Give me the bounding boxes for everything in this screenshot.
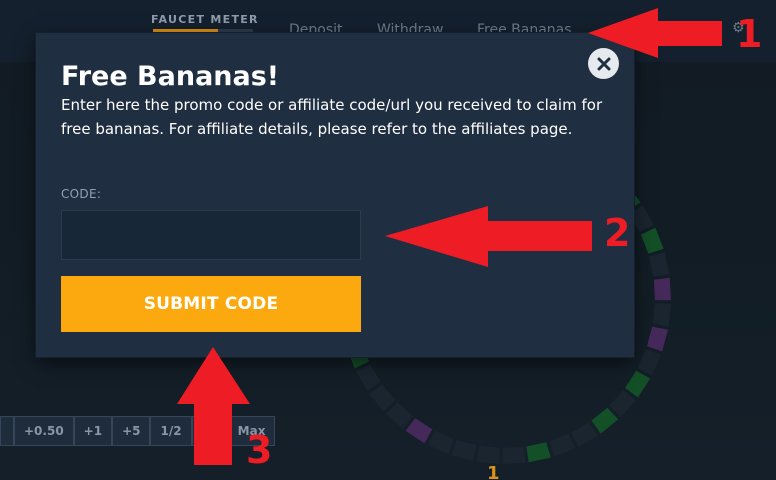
bet-controls: +0.50 +1 +5 1/2 2x Max (0, 416, 276, 446)
close-icon (597, 57, 610, 70)
close-button[interactable] (588, 48, 619, 79)
free-bananas-modal: Free Bananas! Enter here the promo code … (36, 33, 634, 357)
bet-control-button[interactable] (0, 416, 14, 446)
code-input[interactable] (61, 210, 361, 260)
modal-description: Enter here the promo code or affiliate c… (61, 96, 603, 138)
bet-control-button[interactable]: 1/2 (150, 416, 192, 446)
annotation-number-2: 2 (604, 211, 631, 255)
annotation-number-1: 1 (736, 12, 763, 56)
modal-title: Free Bananas! (61, 61, 280, 92)
code-label: CODE: (61, 187, 102, 201)
bet-control-button[interactable]: +1 (73, 416, 113, 446)
bet-control-button[interactable]: 2x (191, 416, 228, 446)
bet-control-button[interactable]: +5 (112, 416, 151, 446)
game-number: 1 (487, 463, 500, 480)
bet-control-button[interactable]: +0.50 (14, 416, 74, 446)
annotation-number-3: 3 (246, 428, 273, 472)
submit-code-button[interactable]: SUBMIT CODE (61, 276, 361, 332)
